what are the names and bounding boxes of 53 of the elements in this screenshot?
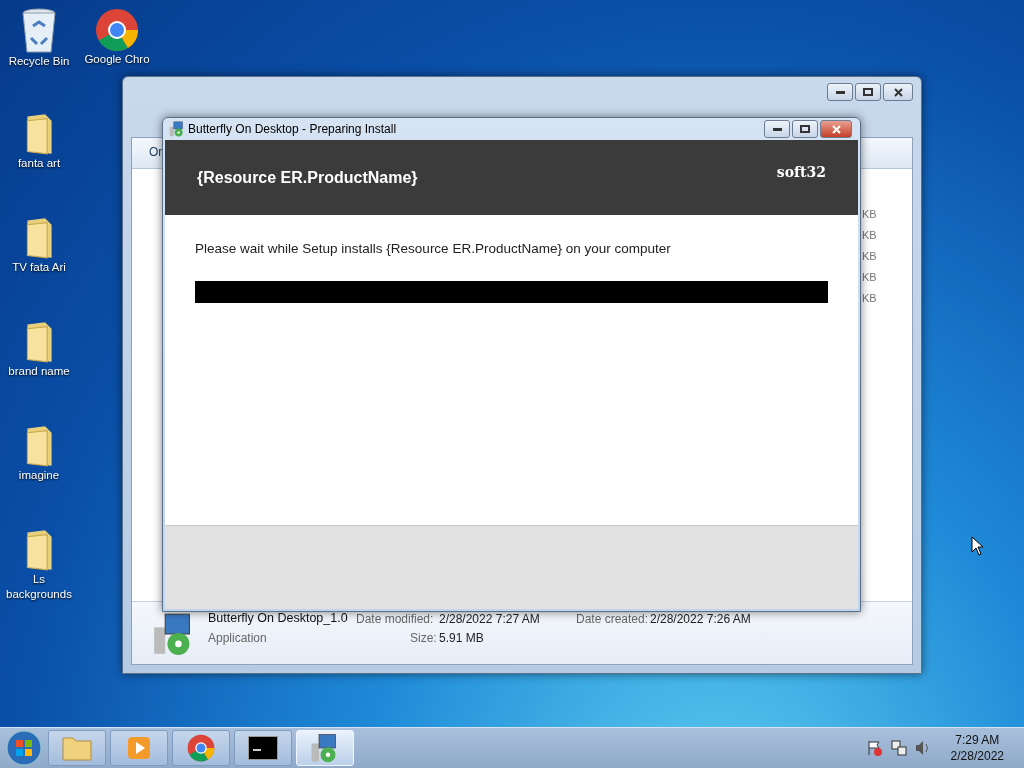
speaker-icon — [914, 740, 931, 756]
field-label: Date modified: — [356, 612, 434, 626]
size-cell-text: KB — [862, 291, 877, 306]
header-title: {Resource ER.ProductName} — [197, 168, 418, 187]
network-icon — [890, 740, 907, 756]
maximize-icon — [863, 88, 873, 96]
play-icon — [127, 736, 151, 760]
desktop-icon-label[interactable]: TV fata Ari — [12, 260, 66, 275]
clock-time[interactable]: 7:29 AM — [955, 732, 1000, 748]
start-button[interactable] — [4, 728, 44, 768]
desktop-icon-label[interactable]: brand name — [8, 364, 70, 379]
minimize-button[interactable] — [827, 83, 853, 101]
clock-date[interactable]: 2/28/2022 — [950, 748, 1004, 764]
chrome-icon — [95, 8, 139, 52]
field-value: 2/28/2022 7:27 AM — [439, 612, 540, 626]
desktop-icon-label[interactable]: fanta art — [17, 156, 61, 171]
field-label: Date created: — [576, 612, 649, 626]
desktop-icon-label[interactable]: Ls backgrounds — [0, 572, 78, 602]
field-value: 5.91 MB — [439, 631, 484, 645]
logo: soft32 — [776, 164, 826, 180]
maximize-button[interactable] — [792, 120, 818, 138]
close-icon — [831, 124, 841, 134]
flag-icon — [866, 740, 883, 756]
folder-icon — [62, 735, 92, 761]
taskbar-button[interactable] — [234, 730, 292, 766]
status-message: Please wait while Setup installs {Resource ER.ProductName} on your computer — [195, 241, 672, 256]
windows-logo-icon — [6, 730, 42, 766]
file-type: Application — [208, 631, 267, 645]
file-name: Butterfly On Desktop_1.0 — [208, 611, 348, 625]
close-icon — [893, 87, 903, 97]
window-title: Butterfly On Desktop - Preparing Install — [188, 122, 397, 136]
field-label: Size: — [410, 631, 437, 645]
toolbar-label[interactable]: Or — [149, 145, 163, 159]
recycle-bin-icon — [21, 8, 57, 54]
size-cell-text: KB — [862, 249, 877, 264]
desktop-icon-label[interactable]: Google Chro — [84, 52, 150, 67]
close-button[interactable] — [820, 120, 852, 138]
minimize-icon — [772, 127, 782, 131]
mouse-cursor-icon — [971, 536, 984, 556]
chrome-icon — [187, 734, 215, 762]
maximize-button[interactable] — [855, 83, 881, 101]
maximize-icon — [800, 125, 810, 133]
desktop-icon-label[interactable]: Recycle Bin — [8, 54, 70, 69]
close-button[interactable] — [883, 83, 913, 101]
size-cell-text: KB — [862, 207, 877, 222]
minimize-icon — [835, 90, 845, 94]
setup-icon — [169, 121, 185, 137]
minimize-button[interactable] — [764, 120, 790, 138]
terminal-icon — [248, 736, 278, 760]
size-cell-text: KB — [862, 228, 877, 243]
field-value: 2/28/2022 7:26 AM — [650, 612, 751, 626]
desktop-icon-label[interactable]: imagine — [18, 468, 60, 483]
size-cell-text: KB — [862, 270, 877, 285]
